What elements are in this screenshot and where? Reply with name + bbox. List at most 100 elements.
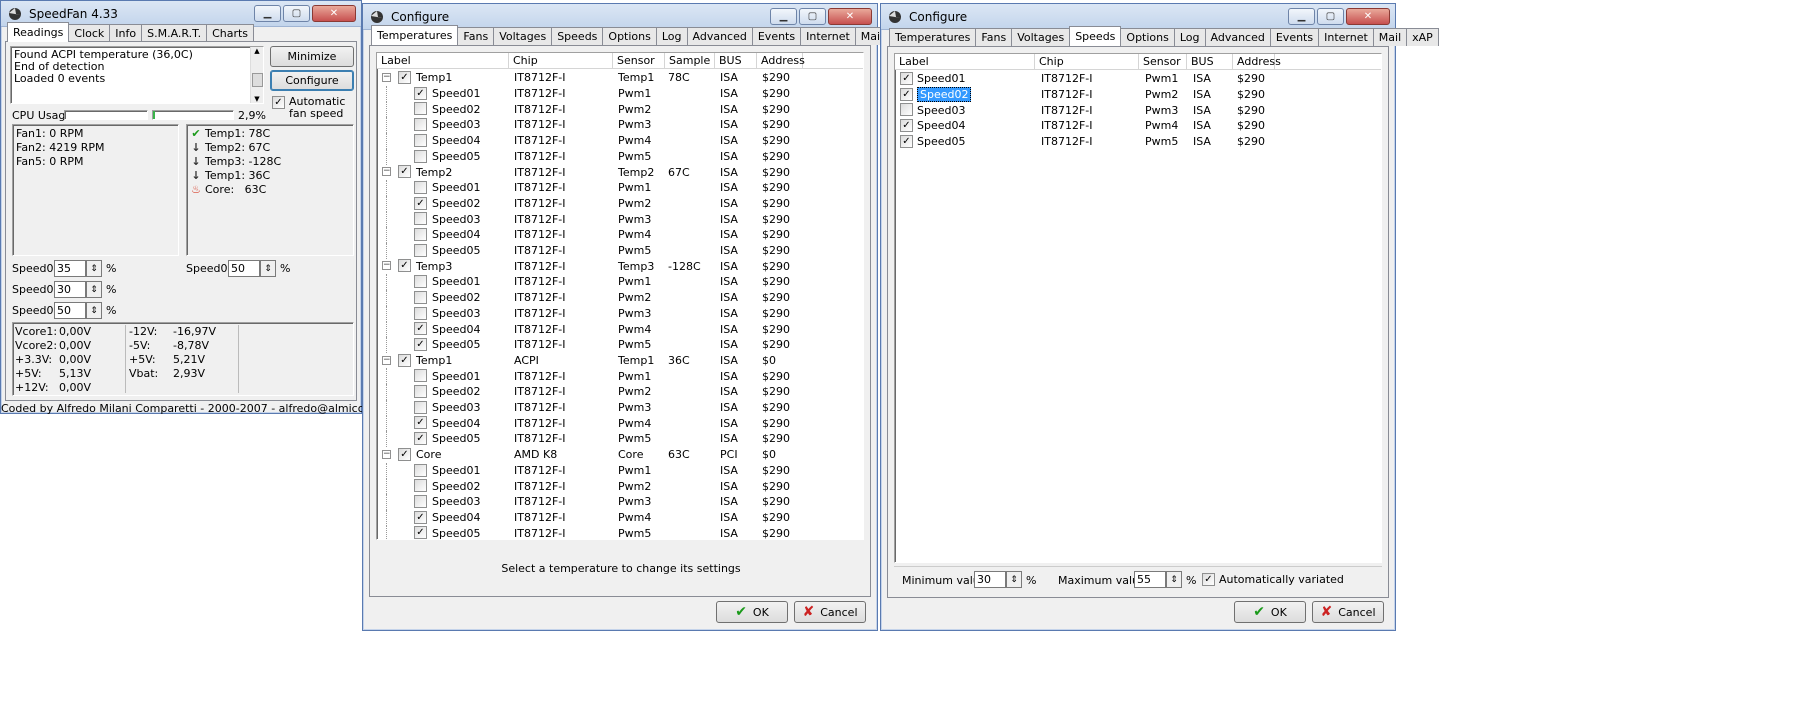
tab-mail[interactable]: Mail [1372,28,1408,46]
child-checkbox[interactable] [414,400,427,414]
child-checkbox[interactable]: ✓ [414,196,427,210]
minimize-window-button[interactable]: ▁ [1288,8,1315,25]
group-checkbox[interactable]: ✓ [398,353,411,367]
tab-events[interactable]: Events [1269,28,1320,46]
log-box[interactable]: Found ACPI temperature (36,0C) End of det… [10,46,264,104]
speed-row[interactable]: ✓ Speed04 IT8712F-I Pwm4 ISA $290 [895,118,1381,134]
child-checkbox[interactable] [414,385,427,398]
child-checkbox[interactable] [414,133,427,147]
speed-checkbox[interactable]: ✓ [900,134,913,148]
column-label[interactable]: Label [895,54,1035,69]
spinner-arrows-icon[interactable]: ⇕ [1166,571,1182,588]
speed-input[interactable]: 50 [228,260,260,277]
tab-internet[interactable]: Internet [1318,28,1374,46]
minimize-button[interactable]: Minimize [270,46,354,67]
speed-checkbox[interactable]: ✓ [900,72,913,85]
tree-child-row[interactable]: Speed02 IT8712F-I Pwm2 ISA $290 [377,478,863,495]
tree-child-row[interactable]: ✓ Speed04 IT8712F-I Pwm4 ISA $290 [377,321,863,338]
speed-row[interactable]: ✓ Speed02 IT8712F-I Pwm2 ISA $290 [895,87,1381,103]
tab-info[interactable]: Info [109,24,143,42]
tab-advanced[interactable]: Advanced [1204,28,1271,46]
cancel-button[interactable]: ✘ Cancel [794,601,866,623]
minimize-window-button[interactable]: ▁ [254,5,281,22]
column-sensor[interactable]: Sensor [613,53,665,68]
cancel-button[interactable]: ✘ Cancel [1312,601,1384,623]
child-checkbox[interactable]: ✓ [414,337,427,351]
child-checkbox[interactable] [414,494,427,508]
tree-child-row[interactable]: Speed01 IT8712F-I Pwm1 ISA $290 [377,368,863,385]
group-checkbox[interactable]: ✓ [398,447,411,461]
tree-child-row[interactable]: Speed04 IT8712F-I Pwm4 ISA $290 [377,132,863,149]
auto-fan-speed-checkbox[interactable]: ✓ Automatic fan speed [272,96,353,120]
child-checkbox[interactable] [414,149,427,163]
group-checkbox[interactable]: ✓ [398,71,411,84]
column-bus[interactable]: BUS [715,53,757,68]
ok-button[interactable]: ✔ OK [716,601,788,623]
tree-child-row[interactable]: ✓ Speed05 IT8712F-I Pwm5 ISA $290 [377,431,863,448]
tree-child-row[interactable]: Speed02 IT8712F-I Pwm2 ISA $290 [377,289,863,306]
child-checkbox[interactable] [414,275,427,289]
column-chip[interactable]: Chip [509,53,613,68]
tab-log[interactable]: Log [1173,28,1206,46]
auto-variated-check[interactable]: ✓ [1202,573,1215,586]
column-address[interactable]: Address [757,53,805,68]
tab-events[interactable]: Events [751,27,802,45]
tree-child-row[interactable]: ✓ Speed04 IT8712F-I Pwm4 ISA $290 [377,415,863,432]
child-checkbox[interactable] [414,228,427,241]
tree-child-row[interactable]: Speed02 IT8712F-I Pwm2 ISA $290 [377,101,863,118]
tree-group-row[interactable]: − ✓ Temp3 IT8712F-I Temp3 -128C ISA $290 [377,258,863,274]
tree-group-row[interactable]: − ✓ Temp1 IT8712F-I Temp1 78C ISA $290 [377,70,863,86]
child-checkbox[interactable] [414,102,427,116]
child-checkbox[interactable]: ✓ [414,432,427,446]
spinner-arrows-icon[interactable]: ⇕ [1006,571,1022,588]
collapse-icon[interactable]: − [382,73,391,82]
column-bus[interactable]: BUS [1187,54,1233,69]
maximize-window-button[interactable]: ▢ [799,8,826,25]
speed-spinner[interactable]: 50 ⇕ [54,302,102,319]
speed-row[interactable]: ✓ Speed05 IT8712F-I Pwm5 ISA $290 [895,134,1381,150]
column-address[interactable]: Address [1233,54,1281,69]
tab-clock[interactable]: Clock [68,24,111,42]
tree-child-row[interactable]: Speed03 IT8712F-I Pwm3 ISA $290 [377,493,863,510]
child-checkbox[interactable] [414,369,427,383]
speed-input[interactable]: 35 [54,260,86,277]
tab-fans[interactable]: Fans [975,28,1013,46]
child-checkbox[interactable] [414,118,427,132]
speed-input[interactable]: 50 [54,302,86,319]
tree-child-row[interactable]: Speed01 IT8712F-I Pwm1 ISA $290 [377,462,863,479]
child-checkbox[interactable] [414,290,427,304]
speed-spinner[interactable]: 50 ⇕ [228,260,276,277]
collapse-icon[interactable]: − [382,449,391,459]
close-window-button[interactable]: ✕ [1346,8,1390,25]
spinner-arrows-icon[interactable]: ⇕ [86,281,102,298]
spinner-arrows-icon[interactable]: ⇕ [86,302,102,319]
tab-log[interactable]: Log [655,27,688,45]
child-checkbox[interactable] [414,180,427,194]
tab-readings[interactable]: Readings [7,22,70,42]
tree-child-row[interactable]: ✓ Speed05 IT8712F-I Pwm5 ISA $290 [377,525,863,539]
tree-child-row[interactable]: Speed05 IT8712F-I Pwm5 ISA $290 [377,148,863,165]
tab-voltages[interactable]: Voltages [1011,28,1071,46]
speed-row[interactable]: ✓ Speed01 IT8712F-I Pwm1 ISA $290 [895,71,1381,87]
child-checkbox[interactable] [414,306,427,320]
collapse-icon[interactable]: − [382,167,391,177]
child-checkbox[interactable] [414,463,427,477]
tab-internet[interactable]: Internet [800,27,856,45]
spinner-arrows-icon[interactable]: ⇕ [86,260,102,277]
child-checkbox[interactable]: ✓ [414,86,427,100]
group-checkbox[interactable]: ✓ [398,259,411,273]
speed-checkbox[interactable] [900,103,913,117]
configure-button[interactable]: Configure [270,70,354,91]
tab-charts[interactable]: Charts [206,24,255,42]
max-value-spinner[interactable]: 55 ⇕ [1134,571,1182,588]
tree-child-row[interactable]: ✓ Speed05 IT8712F-I Pwm5 ISA $290 [377,336,863,353]
tree-child-row[interactable]: Speed03 IT8712F-I Pwm3 ISA $290 [377,117,863,134]
tree-child-row[interactable]: Speed03 IT8712F-I Pwm3 ISA $290 [377,211,863,228]
column-sensor[interactable]: Sensor [1139,54,1187,69]
tab-options[interactable]: Options [602,27,657,45]
tree-child-row[interactable]: Speed01 IT8712F-I Pwm1 ISA $290 [377,179,863,196]
minimize-window-button[interactable]: ▁ [770,8,797,25]
tab-speeds[interactable]: Speeds [551,27,604,45]
temperatures-tree[interactable]: Label Chip Sensor Sample BUS Address − ✓ Temp1 IT… [376,52,864,540]
tree-child-row[interactable]: Speed04 IT8712F-I Pwm4 ISA $290 [377,227,863,243]
